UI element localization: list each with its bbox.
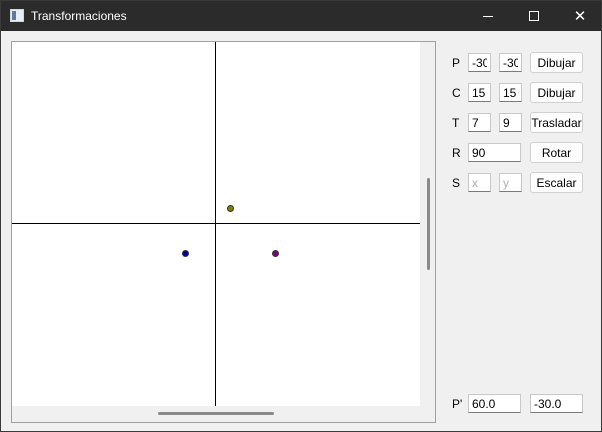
point-x-field[interactable] (468, 53, 491, 72)
minimize-button[interactable] (465, 1, 511, 31)
title-bar: Transformaciones ✕ (1, 1, 601, 31)
close-button[interactable]: ✕ (557, 1, 602, 31)
translate-button[interactable]: Trasladar (530, 112, 583, 133)
center-x-field[interactable] (468, 83, 491, 102)
purple-point (272, 250, 279, 257)
result-x-field[interactable] (468, 394, 521, 413)
scale-x-field[interactable] (468, 173, 491, 192)
rotate-label: R (452, 146, 461, 160)
point-label: P (452, 56, 461, 70)
rotate-angle-field[interactable] (468, 143, 521, 162)
minimize-icon (483, 15, 493, 17)
rotate-button[interactable]: Rotar (530, 142, 583, 163)
draw-point-button[interactable]: Dibujar (530, 52, 583, 73)
translate-label: T (452, 116, 460, 130)
result-y-field[interactable] (530, 394, 583, 413)
translate-y-field[interactable] (499, 113, 522, 132)
y-axis-line (215, 42, 216, 406)
scale-button[interactable]: Escalar (530, 172, 583, 193)
scale-y-field[interactable] (499, 173, 522, 192)
draw-center-button[interactable]: Dibujar (530, 82, 583, 103)
app-window: Transformaciones ✕ P Dibujar C Dibujar T… (0, 0, 602, 432)
blue-point (182, 250, 189, 257)
x-axis-line (12, 223, 420, 224)
result-label: P' (452, 397, 463, 411)
point-y-field[interactable] (499, 53, 522, 72)
maximize-icon (529, 11, 539, 21)
app-window-icon (10, 9, 24, 22)
close-icon: ✕ (573, 6, 587, 25)
center-label: C (452, 86, 461, 100)
canvas-frame (11, 41, 436, 423)
vertical-scrollbar[interactable] (427, 178, 430, 270)
translate-x-field[interactable] (468, 113, 491, 132)
olive-point (227, 205, 234, 212)
maximize-button[interactable] (511, 1, 557, 31)
scale-label: S (452, 176, 461, 190)
window-title: Transformaciones (31, 9, 127, 23)
drawing-canvas[interactable] (12, 42, 420, 406)
horizontal-scrollbar[interactable] (158, 412, 274, 415)
center-y-field[interactable] (499, 83, 522, 102)
